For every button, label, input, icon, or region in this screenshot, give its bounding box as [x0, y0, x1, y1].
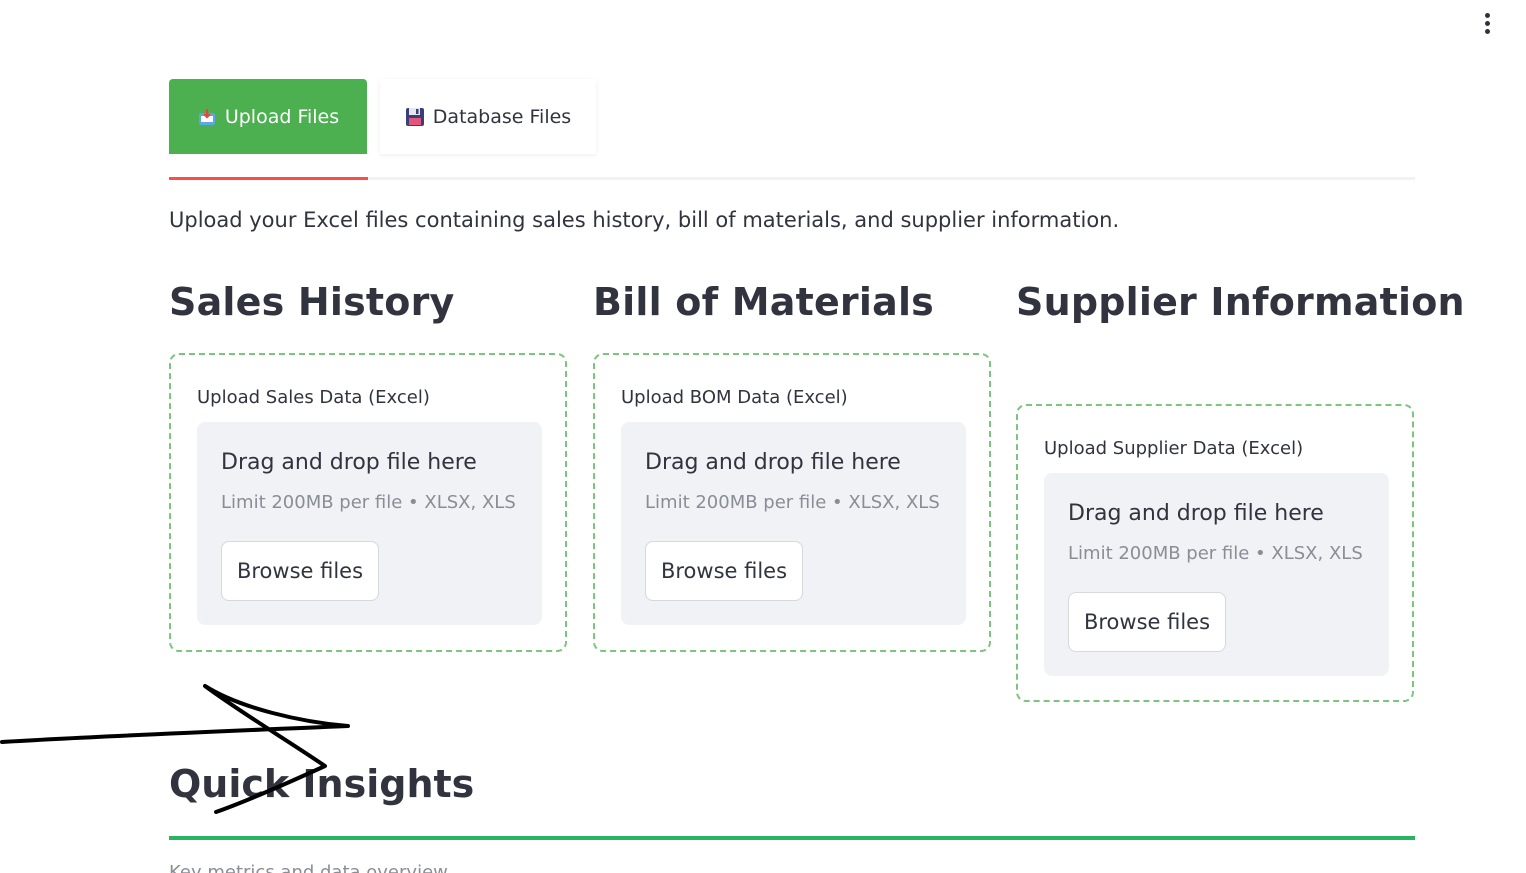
- tab-label: Upload Files: [224, 105, 340, 128]
- active-tab-indicator: [169, 177, 368, 180]
- sales-browse-files-button[interactable]: Browse files: [221, 541, 379, 601]
- supplier-heading: Supplier Information: [1016, 280, 1465, 324]
- kebab-menu-icon: [1484, 12, 1490, 18]
- supplier-uploader: Upload Supplier Data (Excel) Drag and dr…: [1016, 404, 1414, 702]
- drop-instructions: Drag and drop file here: [221, 450, 477, 475]
- kebab-dot: [1484, 28, 1490, 34]
- bom-dropzone[interactable]: Drag and drop file here Limit 200MB per …: [621, 422, 966, 625]
- main-menu-button[interactable]: [1474, 8, 1500, 38]
- supplier-browse-files-button[interactable]: Browse files: [1068, 592, 1226, 652]
- bom-uploader: Upload BOM Data (Excel) Drag and drop fi…: [593, 353, 991, 652]
- sales-dropzone[interactable]: Drag and drop file here Limit 200MB per …: [197, 422, 542, 625]
- kebab-dot: [1484, 20, 1490, 26]
- supplier-dropzone[interactable]: Drag and drop file here Limit 200MB per …: [1044, 473, 1389, 676]
- bom-browse-files-button[interactable]: Browse files: [645, 541, 803, 601]
- tab-upload-files[interactable]: Upload Files: [169, 79, 367, 154]
- file-limit-text: Limit 200MB per file • XLSX, XLS: [645, 492, 940, 513]
- sales-uploader-label: Upload Sales Data (Excel): [197, 387, 430, 408]
- drop-instructions: Drag and drop file here: [645, 450, 901, 475]
- inbox-tray-icon: [197, 107, 217, 127]
- sales-uploader: Upload Sales Data (Excel) Drag and drop …: [169, 353, 567, 652]
- floppy-disk-icon: [405, 107, 425, 127]
- tab-database-files[interactable]: Database Files: [380, 79, 596, 154]
- quick-insights-heading: Quick Insights: [169, 762, 475, 806]
- tab-bar: Upload Files Database Files: [169, 79, 1415, 181]
- file-limit-text: Limit 200MB per file • XLSX, XLS: [221, 492, 516, 513]
- bom-uploader-label: Upload BOM Data (Excel): [621, 387, 848, 408]
- intro-text: Upload your Excel files containing sales…: [169, 208, 1120, 232]
- bom-heading: Bill of Materials: [593, 280, 934, 324]
- sales-history-heading: Sales History: [169, 280, 455, 324]
- tab-label: Database Files: [432, 105, 572, 128]
- drop-instructions: Drag and drop file here: [1068, 501, 1324, 526]
- file-limit-text: Limit 200MB per file • XLSX, XLS: [1068, 543, 1363, 564]
- insights-subtitle: Key metrics and data overview: [169, 862, 448, 873]
- insights-divider: [169, 836, 1415, 840]
- supplier-uploader-label: Upload Supplier Data (Excel): [1044, 438, 1304, 459]
